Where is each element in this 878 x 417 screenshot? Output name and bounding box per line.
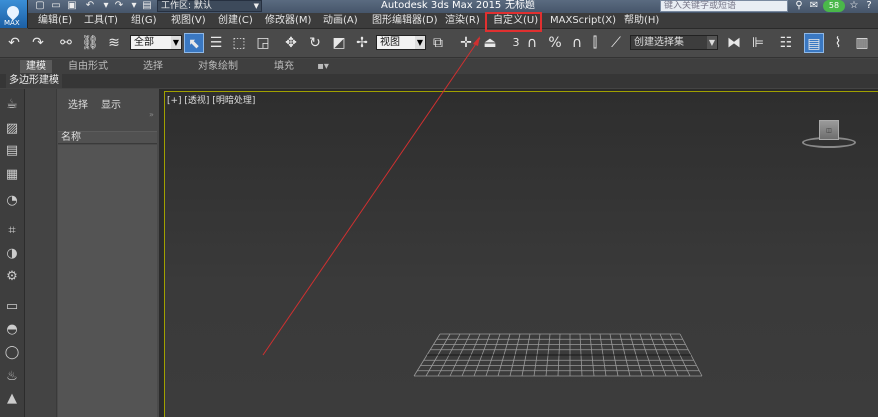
annotation-arrow [262, 36, 481, 356]
logo-text: MAX [4, 19, 20, 27]
logo-icon [4, 3, 22, 21]
highlight-box [485, 12, 542, 32]
arrowhead-icon [473, 36, 480, 46]
app-menu-button[interactable]: MAX [0, 0, 28, 28]
annotation-line [262, 37, 481, 356]
